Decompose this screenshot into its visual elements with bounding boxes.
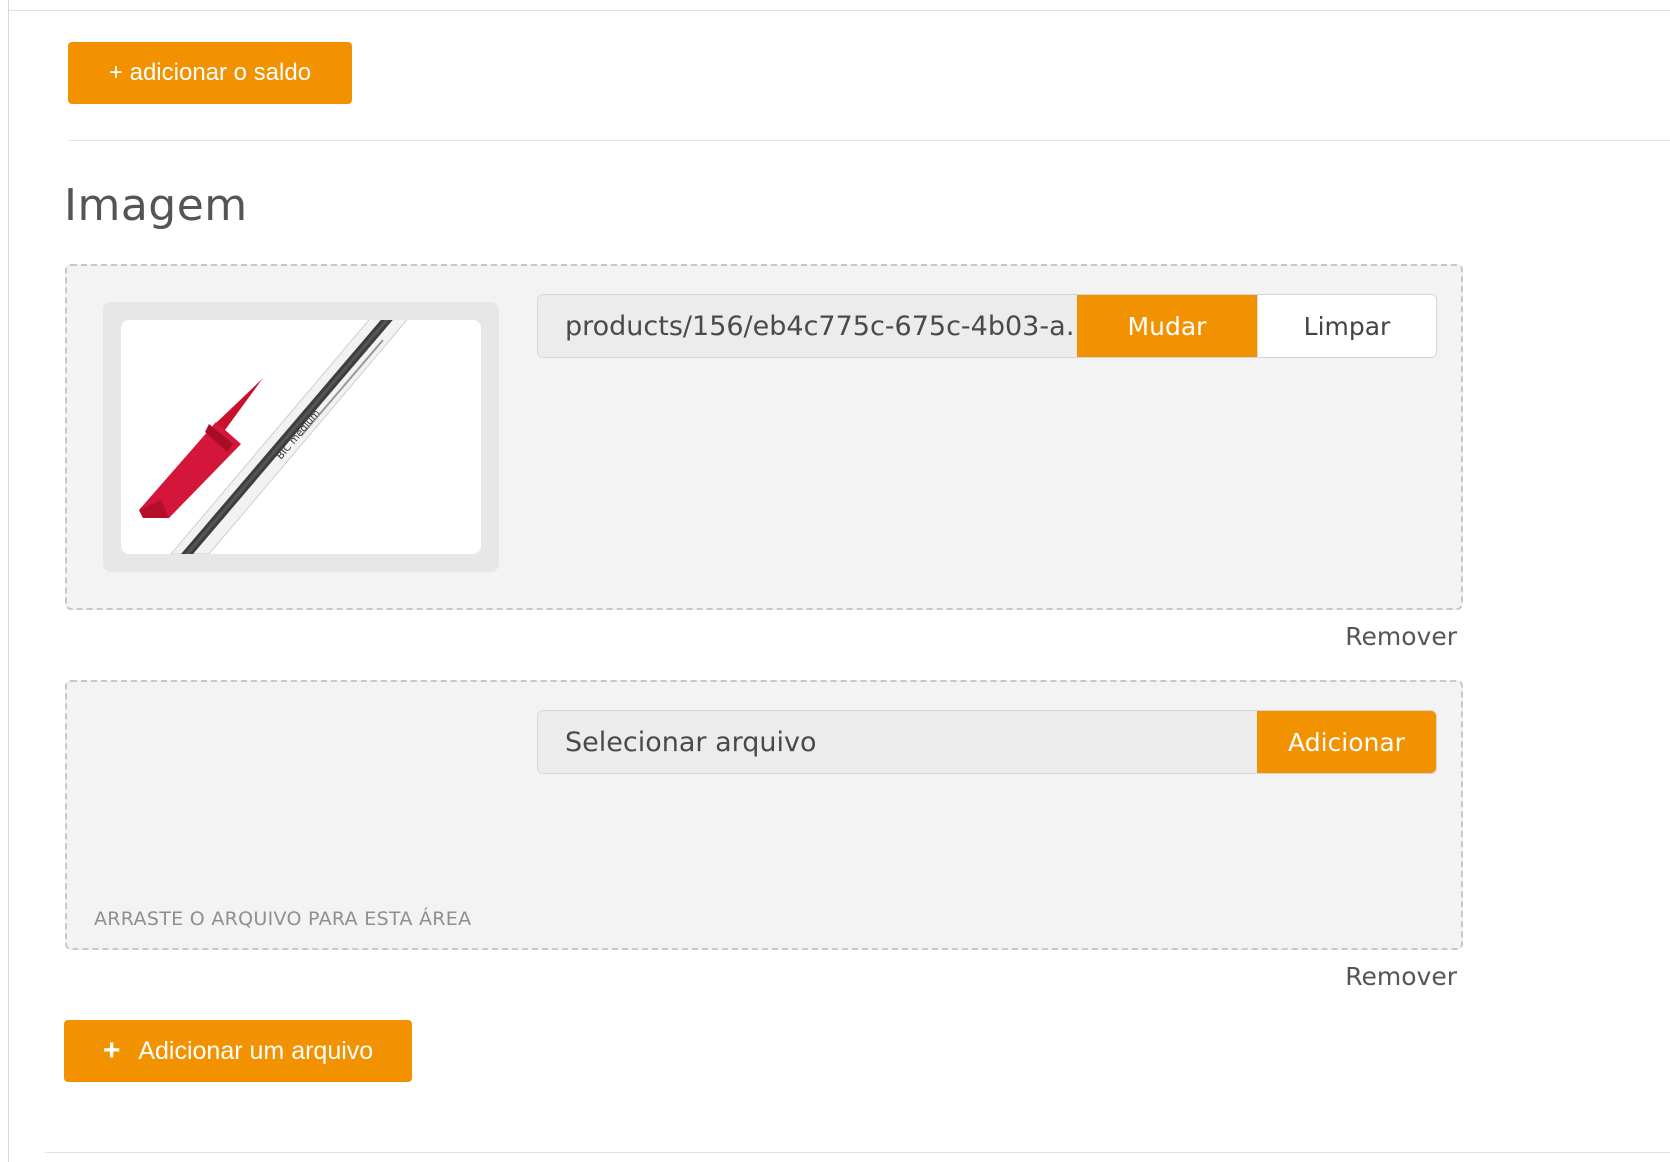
file-dropzone-1[interactable]: BIC medium products/156/eb4c775c-675c-4b… [65,264,1463,610]
file-name-field[interactable]: products/156/eb4c775c-675c-4b03-a… [538,295,1077,357]
clear-file-button[interactable]: Limpar [1257,295,1436,357]
add-file-label: Adicionar um arquivo [138,1036,374,1065]
remove-file-link-1[interactable]: Remover [1345,622,1457,651]
pen-image: BIC medium [121,320,481,554]
add-file-upload-button[interactable]: Adicionar [1257,711,1436,773]
file-input-group: products/156/eb4c775c-675c-4b03-a… Mudar… [537,294,1437,358]
plus-icon: + [102,1034,121,1067]
page: + adicionar o saldo Imagem BIC medium pr… [0,0,1670,1162]
add-file-button[interactable]: + Adicionar um arquivo [64,1020,412,1082]
section-divider [68,140,1670,141]
bottom-divider [45,1152,1670,1153]
file-input-group: Selecionar arquivo Adicionar [537,710,1437,774]
add-balance-button[interactable]: + adicionar o saldo [68,42,352,104]
select-file-field[interactable]: Selecionar arquivo [538,711,1257,773]
remove-file-link-2[interactable]: Remover [1345,962,1457,991]
section-title-imagem: Imagem [64,180,248,231]
drag-hint-text: ARRASTE O ARQUIVO PARA ESTA ÁREA [94,908,472,930]
image-thumbnail: BIC medium [103,302,499,572]
top-divider [8,10,1670,11]
left-border [8,0,9,1162]
file-dropzone-2[interactable]: Selecionar arquivo Adicionar ARRASTE O A… [65,680,1463,950]
change-file-button[interactable]: Mudar [1077,295,1257,357]
